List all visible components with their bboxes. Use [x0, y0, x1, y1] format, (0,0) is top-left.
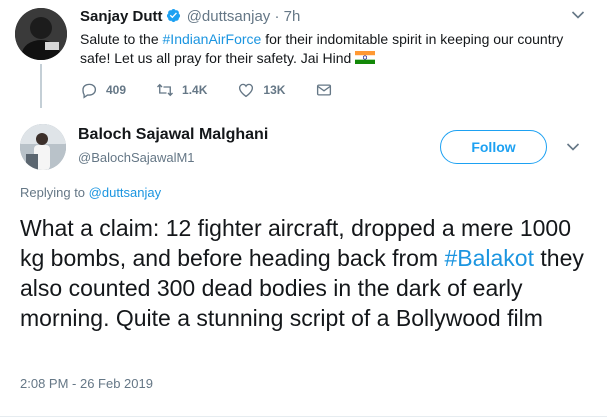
tweet-actions: 409 1.4K 13K [80, 80, 371, 100]
like-count: 13K [263, 83, 286, 97]
chevron-down-icon[interactable] [571, 10, 585, 20]
retweet-icon [157, 83, 174, 97]
heart-icon [239, 83, 254, 98]
message-button[interactable] [315, 81, 341, 99]
tweet-header: Sanjay Dutt @duttsanjay · 7h [80, 8, 300, 26]
reply-count: 409 [106, 83, 127, 97]
divider [0, 416, 607, 417]
reply-tweet: Baloch Sajawal Malghani @BalochSajawalM1… [0, 110, 607, 418]
envelope-icon [317, 84, 332, 96]
chevron-down-icon[interactable] [566, 142, 580, 152]
mention-link[interactable]: @duttsanjay [89, 185, 161, 200]
retweet-button[interactable]: 1.4K [156, 81, 207, 99]
verified-badge-icon [166, 8, 180, 23]
tweet-time[interactable]: 7h [284, 8, 301, 25]
tweet-text: What a claim: 12 fighter aircraft, dropp… [20, 213, 600, 333]
reply-button[interactable]: 409 [80, 81, 126, 99]
parent-tweet[interactable]: Sanjay Dutt @duttsanjay · 7h Salute to t… [0, 0, 607, 110]
tweet-text-part: Salute to the [80, 31, 163, 47]
hashtag-link[interactable]: #Balakot [444, 245, 534, 271]
author-name[interactable]: Sanjay Dutt [80, 8, 163, 25]
avatar[interactable] [15, 8, 67, 60]
avatar[interactable] [20, 124, 66, 170]
separator: · [274, 8, 280, 25]
tweet-timestamp[interactable]: 2:08 PM - 26 Feb 2019 [20, 376, 153, 391]
author-handle[interactable]: @duttsanjay [187, 8, 271, 25]
replying-label: Replying to [20, 185, 89, 200]
tweet-text: Salute to the #IndianAirForce for their … [80, 30, 585, 68]
follow-button[interactable]: Follow [440, 130, 547, 164]
reply-icon [82, 83, 97, 99]
like-button[interactable]: 13K [237, 81, 285, 99]
thread-line [40, 64, 42, 108]
author-handle[interactable]: @BalochSajawalM1 [78, 150, 195, 165]
retweet-count: 1.4K [182, 83, 208, 97]
india-flag-icon [355, 51, 376, 64]
replying-to: Replying to @duttsanjay [20, 185, 161, 200]
author-name[interactable]: Baloch Sajawal Malghani [78, 126, 268, 144]
hashtag-link[interactable]: #IndianAirForce [163, 31, 262, 47]
